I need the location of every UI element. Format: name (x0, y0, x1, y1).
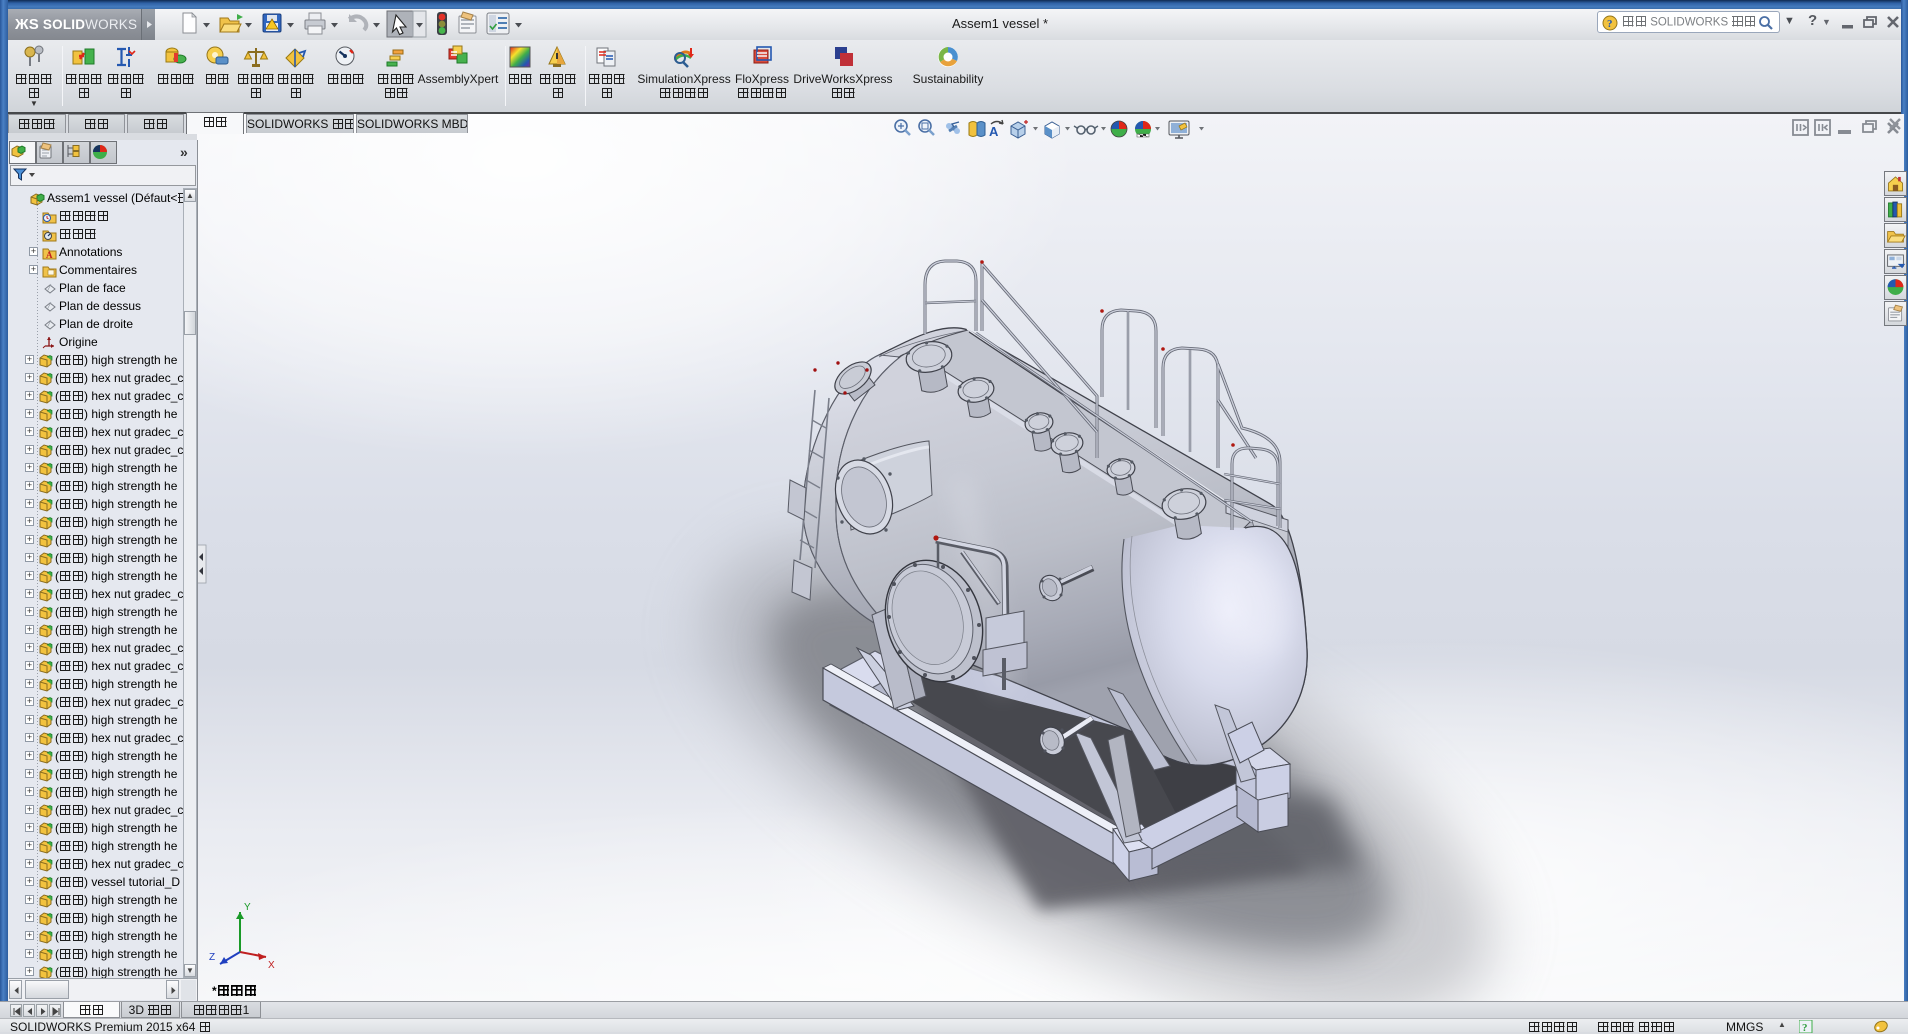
svg-text:Y: Y (244, 902, 251, 913)
svg-text:A: A (46, 250, 53, 260)
svg-text:X: X (268, 960, 275, 971)
svg-text:A: A (989, 124, 999, 139)
svg-text:?: ? (1607, 18, 1613, 30)
svg-text:Z: Z (209, 952, 215, 963)
svg-text:?: ? (1802, 1022, 1808, 1033)
